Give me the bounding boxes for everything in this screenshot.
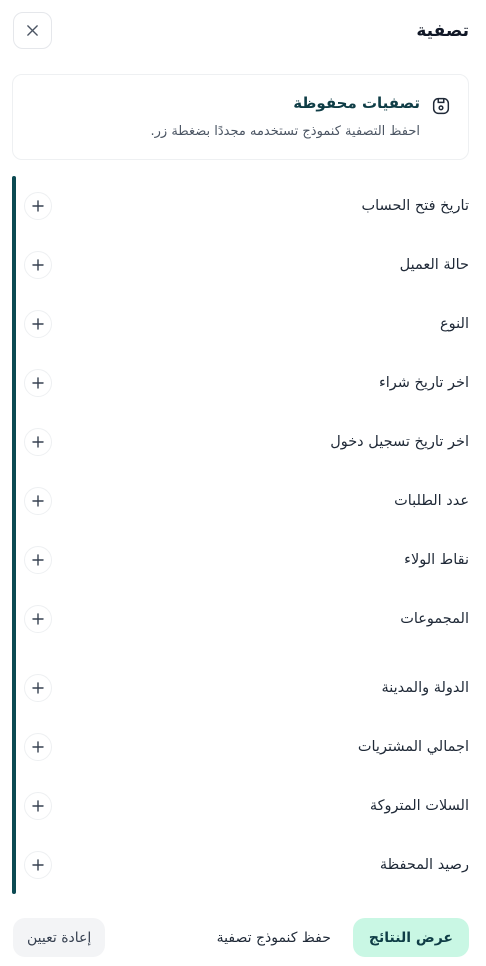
plus-icon: [32, 377, 44, 389]
filter-row[interactable]: تاريخ فتح الحساب: [24, 188, 469, 224]
saved-filters-description: احفظ التصفية كنموذج تستخدمه مجددًا بضغطة…: [150, 124, 420, 139]
close-icon: [27, 25, 38, 36]
saved-filters-card[interactable]: تصفيات محفوظة احفظ التصفية كنموذج تستخدم…: [12, 74, 469, 160]
filter-list-rail: [12, 176, 16, 894]
filter-label: النوع: [440, 316, 469, 332]
expand-filter-button[interactable]: [24, 674, 52, 702]
expand-filter-button[interactable]: [24, 487, 52, 515]
filter-label: الدولة والمدينة: [381, 680, 470, 696]
filter-label: اخر تاريخ تسجيل دخول: [330, 434, 469, 450]
expand-filter-button[interactable]: [24, 733, 52, 761]
plus-icon: [32, 800, 44, 812]
plus-icon: [32, 859, 44, 871]
expand-filter-button[interactable]: [24, 310, 52, 338]
save-as-template-button[interactable]: حفظ كنموذج تصفية: [217, 930, 331, 946]
expand-filter-button[interactable]: [24, 369, 52, 397]
plus-icon: [32, 200, 44, 212]
filter-row[interactable]: اجمالي المشتريات: [24, 729, 469, 765]
expand-filter-button[interactable]: [24, 428, 52, 456]
filter-header: تصفية: [13, 12, 469, 49]
plus-icon: [32, 682, 44, 694]
filter-label: السلات المتروكة: [369, 798, 469, 814]
expand-filter-button[interactable]: [24, 605, 52, 633]
expand-filter-button[interactable]: [24, 792, 52, 820]
filter-row[interactable]: حالة العميل: [24, 247, 469, 283]
plus-icon: [32, 495, 44, 507]
filter-label: عدد الطلبات: [394, 493, 469, 509]
plus-icon: [32, 613, 44, 625]
filter-row[interactable]: نقاط الولاء: [24, 542, 469, 578]
plus-icon: [32, 436, 44, 448]
filter-label: المجموعات: [400, 611, 469, 627]
plus-icon: [32, 554, 44, 566]
plus-icon: [32, 741, 44, 753]
plus-icon: [32, 318, 44, 330]
filter-footer: عرض النتائج حفظ كنموذج تصفية إعادة تعيين: [13, 918, 469, 957]
filter-label: حالة العميل: [399, 257, 469, 273]
filter-list: تاريخ فتح الحساب حالة العميل النوع اخر تاري…: [12, 176, 469, 894]
expand-filter-button[interactable]: [24, 192, 52, 220]
close-button[interactable]: [13, 12, 52, 49]
reset-button[interactable]: إعادة تعيين: [13, 918, 106, 957]
expand-filter-button[interactable]: [24, 546, 52, 574]
filter-row[interactable]: النوع: [24, 306, 469, 342]
filter-row[interactable]: اخر تاريخ شراء: [24, 365, 469, 401]
filter-label: رصيد المحفظة: [379, 857, 469, 873]
page-title: تصفية: [416, 20, 469, 41]
filter-label: اخر تاريخ شراء: [378, 375, 469, 391]
filter-row[interactable]: عدد الطلبات: [24, 483, 469, 519]
filter-row[interactable]: الدولة والمدينة: [24, 670, 469, 706]
filter-label: نقاط الولاء: [404, 552, 469, 568]
saved-filters-title: تصفيات محفوظة: [293, 94, 420, 112]
filter-row[interactable]: اخر تاريخ تسجيل دخول: [24, 424, 469, 460]
show-results-button[interactable]: عرض النتائج: [352, 918, 469, 957]
filter-label: اجمالي المشتريات: [357, 739, 469, 755]
plus-icon: [32, 259, 44, 271]
save-icon: [432, 97, 450, 115]
filter-row[interactable]: رصيد المحفظة: [24, 847, 469, 883]
expand-filter-button[interactable]: [24, 851, 52, 879]
filter-row[interactable]: المجموعات: [24, 601, 469, 637]
filter-label: تاريخ فتح الحساب: [361, 198, 469, 214]
filter-row[interactable]: السلات المتروكة: [24, 788, 469, 824]
expand-filter-button[interactable]: [24, 251, 52, 279]
